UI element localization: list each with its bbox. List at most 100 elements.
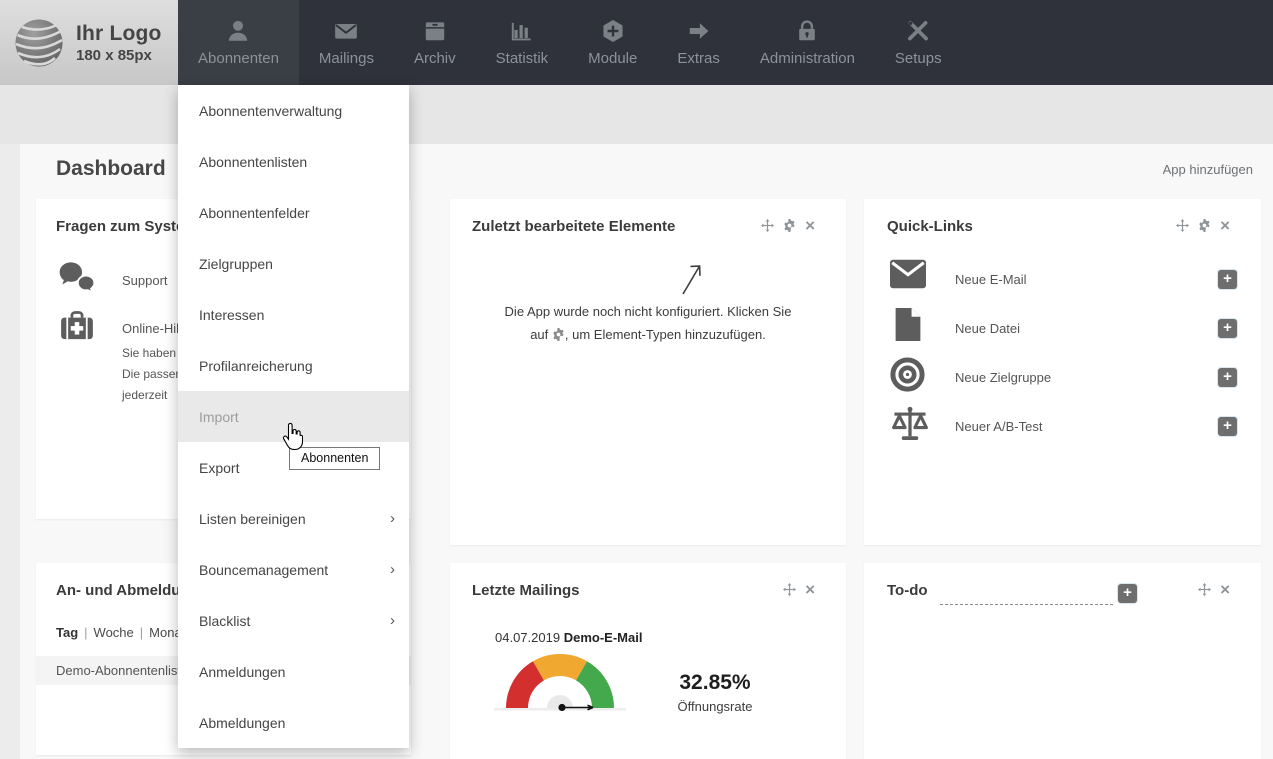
support-link[interactable]: Support xyxy=(122,273,168,288)
gear-icon[interactable] xyxy=(783,219,796,232)
widget-controls: × xyxy=(761,219,815,232)
nav-item-archiv[interactable]: Archiv xyxy=(394,0,476,85)
nav-label: Module xyxy=(588,50,637,67)
arrow-up-right-icon xyxy=(678,261,704,297)
logo-title: Ihr Logo xyxy=(76,22,162,46)
open-rate-value: 32.85% xyxy=(648,671,782,695)
gear-icon xyxy=(552,328,565,341)
widget-title: Zuletzt bearbeitete Elemente xyxy=(472,218,675,235)
empty-state-text: Die App wurde noch nicht konfiguriert. K… xyxy=(450,300,846,346)
globe-logo-icon xyxy=(13,17,65,69)
nav-label: Abonnenten xyxy=(198,50,279,67)
menu-item-interessen[interactable]: Interessen xyxy=(178,289,409,340)
tab-tag[interactable]: Tag xyxy=(56,625,78,640)
quick-link-label[interactable]: Neue Datei xyxy=(955,321,1020,336)
menu-item-profilanreicherung[interactable]: Profilanreicherung xyxy=(178,340,409,391)
menu-item-anmeldungen[interactable]: Anmeldungen xyxy=(178,646,409,697)
todo-input[interactable] xyxy=(940,583,1113,605)
file-icon xyxy=(894,308,922,341)
widget-controls: × xyxy=(1198,583,1230,596)
quick-link-row: Neue Zielgruppe + xyxy=(864,357,1261,406)
close-icon[interactable]: × xyxy=(1220,219,1230,232)
nav-item-administration[interactable]: Administration xyxy=(740,0,875,85)
widget-todo: To-do + × xyxy=(864,563,1261,759)
logo-subtitle: 180 x 85px xyxy=(76,47,162,64)
page-title: Dashboard xyxy=(56,157,166,181)
main-nav: Abonnenten Mailings Archiv xyxy=(178,0,962,85)
widget-recent-elements: Zuletzt bearbeitete Elemente × Die App w… xyxy=(450,199,846,545)
gauge-chart xyxy=(492,651,628,715)
tab-separator: | xyxy=(140,625,143,640)
quick-link-label[interactable]: Neue Zielgruppe xyxy=(955,370,1051,385)
logo: Ihr Logo 180 x 85px xyxy=(0,0,180,85)
widget-controls: × xyxy=(1176,219,1230,232)
hand-cursor-icon xyxy=(281,422,303,451)
menu-item-bouncemanagement[interactable]: Bouncemanagement› xyxy=(178,544,409,595)
quick-link-label[interactable]: Neue E-Mail xyxy=(955,272,1027,287)
add-button[interactable]: + xyxy=(1218,319,1237,338)
menu-item-abmeldungen[interactable]: Abmeldungen xyxy=(178,697,409,748)
envelope-icon xyxy=(890,259,926,289)
open-rate-label: Öffnungsrate xyxy=(648,699,782,714)
menu-item-listen-bereinigen[interactable]: Listen bereinigen› xyxy=(178,493,409,544)
help-text: Sie haben Die passen jederzeit xyxy=(122,343,182,406)
quick-link-label[interactable]: Neuer A/B-Test xyxy=(955,419,1042,434)
envelope-icon xyxy=(333,18,359,44)
add-todo-button[interactable]: + xyxy=(1118,584,1137,603)
nav-item-setups[interactable]: Setups xyxy=(875,0,962,85)
app: Ihr Logo 180 x 85px Abonnenten Mailings xyxy=(0,0,1273,759)
widget-title: Quick-Links xyxy=(887,218,973,235)
add-button[interactable]: + xyxy=(1218,270,1237,289)
submenu-chevron-icon: › xyxy=(390,612,395,629)
menu-item-abonnentenlisten[interactable]: Abonnentenlisten xyxy=(178,136,409,187)
logo-text: Ihr Logo 180 x 85px xyxy=(76,22,162,64)
menu-item-abonnentenfelder[interactable]: Abonnentenfelder xyxy=(178,187,409,238)
lock-icon xyxy=(794,18,820,44)
nav-item-statistik[interactable]: Statistik xyxy=(476,0,569,85)
close-icon[interactable]: × xyxy=(1220,583,1230,596)
add-button[interactable]: + xyxy=(1218,417,1237,436)
nav-label: Setups xyxy=(895,50,942,67)
move-icon[interactable] xyxy=(1176,219,1189,232)
nav-item-mailings[interactable]: Mailings xyxy=(299,0,394,85)
close-icon[interactable]: × xyxy=(805,219,815,232)
menu-item-abonnentenverwaltung[interactable]: Abonnentenverwaltung xyxy=(178,85,409,136)
scales-icon xyxy=(890,406,930,442)
add-app-link[interactable]: App hinzufügen xyxy=(1163,162,1253,177)
nav-label: Statistik xyxy=(496,50,549,67)
widget-last-mailings: Letzte Mailings × 04.07.2019 Demo-E-Mail xyxy=(450,563,846,759)
period-tabs: Tag|Woche|Monat xyxy=(56,625,185,640)
arrow-right-icon xyxy=(686,18,712,44)
quick-link-row: Neue E-Mail + xyxy=(864,259,1261,308)
move-icon[interactable] xyxy=(783,583,796,596)
mailing-date: 04.07.2019 xyxy=(495,630,560,645)
move-icon[interactable] xyxy=(761,219,774,232)
close-icon[interactable]: × xyxy=(805,583,815,596)
tab-separator: | xyxy=(84,625,87,640)
nav-label: Administration xyxy=(760,50,855,67)
quick-link-row: Neuer A/B-Test + xyxy=(864,406,1261,455)
abonnenten-dropdown-menu: Abonnentenverwaltung Abonnentenlisten Ab… xyxy=(178,85,409,748)
submenu-chevron-icon: › xyxy=(390,561,395,578)
nav-item-extras[interactable]: Extras xyxy=(657,0,740,85)
nav-item-abonnenten[interactable]: Abonnenten xyxy=(178,0,299,85)
first-aid-kit-icon xyxy=(60,310,94,341)
gear-icon[interactable] xyxy=(1198,219,1211,232)
menu-item-zielgruppen[interactable]: Zielgruppen xyxy=(178,238,409,289)
mailing-row: 04.07.2019 Demo-E-Mail xyxy=(495,630,642,645)
nav-label: Archiv xyxy=(414,50,456,67)
open-rate: 32.85% Öffnungsrate xyxy=(648,671,782,714)
tab-woche[interactable]: Woche xyxy=(94,625,134,640)
nav-label: Mailings xyxy=(319,50,374,67)
menu-item-blacklist[interactable]: Blacklist› xyxy=(178,595,409,646)
mailing-name[interactable]: Demo-E-Mail xyxy=(564,630,643,645)
move-icon[interactable] xyxy=(1198,583,1211,596)
hexagon-plus-icon xyxy=(600,18,626,44)
target-icon xyxy=(890,357,925,392)
widget-title: To-do xyxy=(887,582,928,599)
nav-item-module[interactable]: Module xyxy=(568,0,657,85)
add-button[interactable]: + xyxy=(1218,368,1237,387)
widget-title: Fragen zum System xyxy=(56,218,198,235)
chat-bubbles-icon xyxy=(58,261,96,293)
widget-quick-links: Quick-Links × Neue E-Mail + Neue Datei + xyxy=(864,199,1261,545)
